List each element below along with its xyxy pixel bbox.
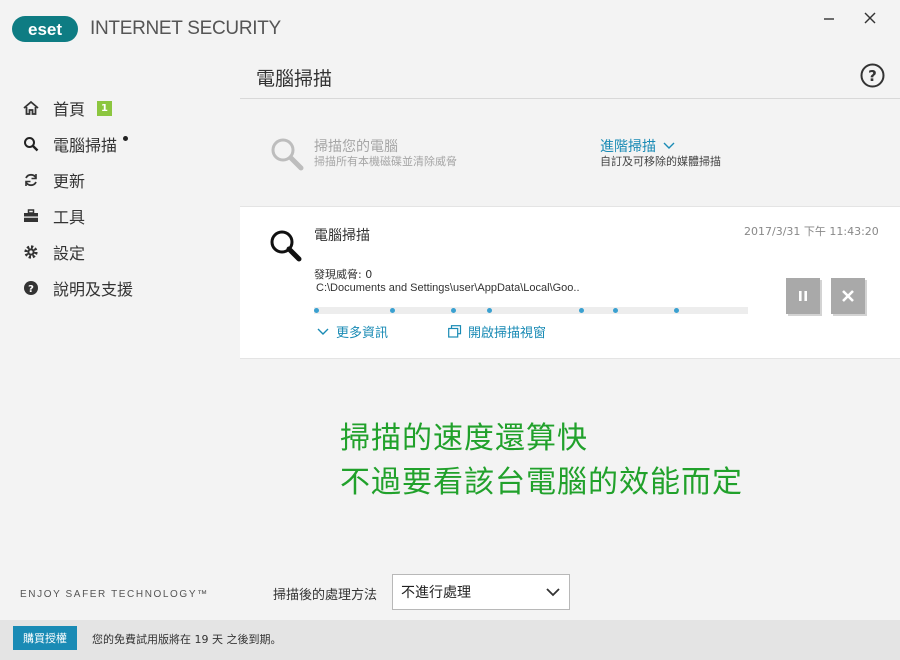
progress-dot (314, 308, 319, 313)
svg-text:?: ? (868, 67, 877, 85)
threats-found: 發現威脅: 0 (314, 268, 373, 281)
open-scan-window-link[interactable]: 開啟掃描視窗 (448, 322, 546, 341)
sidebar-item-update[interactable]: 更新 (22, 167, 222, 193)
close-icon (864, 12, 876, 24)
annotation-line-1: 掃描的速度還算快 (340, 421, 588, 456)
magnifier-icon (268, 228, 304, 264)
chevron-down-icon (663, 142, 675, 149)
more-info-link[interactable]: 更多資訊 (316, 322, 388, 341)
toolbox-icon (22, 207, 40, 225)
pause-scan-button[interactable] (786, 278, 820, 314)
home-icon (22, 99, 40, 117)
progress-dot (613, 308, 618, 313)
sidebar-item-help-support[interactable]: ? 說明及支援 (22, 275, 222, 301)
annotation-line-2: 不過要看該台電腦的效能而定 (340, 465, 743, 500)
current-file-path: C:\Documents and Settings\user\AppData\L… (316, 282, 580, 294)
progress-dot (674, 308, 679, 313)
sidebar-item-settings[interactable]: 設定 (22, 239, 222, 265)
sidebar-item-label: 工具 (53, 208, 86, 227)
sidebar-item-label: 說明及支援 (53, 280, 134, 299)
tagline: ENJOY SAFER TECHNOLOGY™ (20, 589, 209, 600)
open-scan-window-label: 開啟掃描視窗 (468, 326, 547, 341)
buy-license-button[interactable]: 購買授權 (13, 626, 77, 650)
refresh-icon (22, 171, 40, 189)
advanced-scan-description: 自訂及可移除的媒體掃描 (600, 155, 721, 168)
scan-progress-bar (314, 307, 748, 314)
stop-scan-button[interactable] (831, 278, 865, 314)
after-scan-action-select[interactable]: 不進行處理 (392, 574, 570, 610)
progress-dot (487, 308, 492, 313)
svg-text:?: ? (28, 284, 34, 295)
sidebar-item-computer-scan[interactable]: 電腦掃描 (22, 131, 222, 157)
gear-icon (22, 243, 40, 261)
trial-expiry-text: 您的免費試用版將在 19 天 之後到期。 (92, 633, 282, 646)
window-icon (448, 325, 462, 338)
close-button[interactable] (860, 8, 884, 30)
chevron-down-icon (317, 328, 329, 335)
scan-timestamp: 2017/3/31 下午 11:43:20 (744, 225, 879, 238)
close-icon (842, 290, 854, 302)
search-icon (22, 135, 40, 153)
minimize-button[interactable] (818, 8, 842, 30)
scan-title: 電腦掃描 (314, 228, 370, 244)
progress-dot (579, 308, 584, 313)
app-title: INTERNET SECURITY (90, 18, 281, 39)
notification-badge: 1 (97, 100, 113, 116)
pause-icon (799, 291, 807, 301)
sidebar-item-label: 電腦掃描 (53, 136, 118, 155)
after-scan-action-label: 掃描後的處理方法 (273, 588, 378, 603)
page-title: 電腦掃描 (256, 68, 333, 90)
scan-computer-icon[interactable] (270, 137, 304, 171)
scan-computer-description: 掃描所有本機磁碟並清除威脅 (314, 155, 457, 168)
title-divider (240, 98, 900, 99)
progress-dot (390, 308, 395, 313)
minimize-icon (824, 18, 834, 20)
help-circle-icon: ? (22, 279, 40, 297)
active-indicator-dot (123, 135, 129, 141)
sidebar-item-label: 首頁 (53, 100, 86, 119)
after-scan-action-value: 不進行處理 (401, 585, 471, 601)
chevron-down-icon (546, 588, 560, 597)
more-info-label: 更多資訊 (336, 326, 389, 341)
eset-logo: eset (12, 16, 78, 42)
sidebar-item-label: 更新 (53, 172, 86, 191)
progress-dot (451, 308, 456, 313)
sidebar-item-home[interactable]: 首頁 1 (22, 95, 222, 121)
sidebar-item-label: 設定 (53, 244, 86, 263)
help-icon[interactable]: ? (860, 63, 885, 88)
logo-text-mark: eset (28, 20, 62, 39)
sidebar-item-tools[interactable]: 工具 (22, 203, 222, 229)
